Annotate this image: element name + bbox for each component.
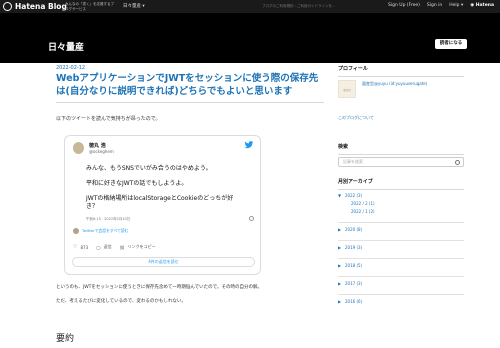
reply-action[interactable]: ◯ 返信 <box>96 244 111 250</box>
chevron-right-icon: ▶ <box>338 245 342 250</box>
tweet-author-avatar[interactable] <box>73 142 84 154</box>
signup-link[interactable]: Sign Up (Free) <box>388 3 420 8</box>
chevron-down-icon: ▼ <box>338 193 342 198</box>
archive-year-2019[interactable]: ▶ 2019 (3) <box>338 245 464 250</box>
archive-label: 2018 (5) <box>345 263 363 268</box>
search-heading: 検索 <box>338 144 349 150</box>
article-paragraph: というのも、JWTをセッションに使うときに保存先含めて一時期悩んでいたので。その… <box>56 285 262 290</box>
archive-month-2022-02[interactable]: 2022 / 2 (1) <box>338 201 464 206</box>
archive-year-2022[interactable]: ▼ 2022 (3) <box>338 193 464 198</box>
archive-year-2016[interactable]: ▶ 2016 (6) <box>338 299 464 304</box>
help-label: Help <box>449 3 460 8</box>
archive-label: 2017 (3) <box>345 281 363 286</box>
tweet-author-handle[interactable]: @ockeghem <box>89 149 114 154</box>
blog-header: 日々量産 読者になる <box>0 13 500 63</box>
info-icon[interactable] <box>249 216 254 221</box>
brand-label: Hatena <box>475 3 494 8</box>
archive-year-2020[interactable]: ▶ 2020 (8) <box>338 227 464 232</box>
divider <box>338 189 464 190</box>
profile-module: プロフィール 量産型 量産型@yuyu (id:yuyuuserugate) こ… <box>338 65 464 120</box>
divider <box>338 222 464 223</box>
search-icon[interactable] <box>455 160 460 165</box>
article-title[interactable]: WebアプリケーションでJWTをセッションに使う際の保存先は(自分なりに説明でき… <box>56 73 324 98</box>
reply-label: 返信 <box>103 244 112 249</box>
copy-link-label: リンクをコピー <box>127 244 156 249</box>
profile-name-link[interactable]: 量産型@yuyu (id:yuyuuserugate) <box>362 81 427 87</box>
chevron-right-icon: ▶ <box>338 227 342 232</box>
search-placeholder: 記事を検索 <box>343 159 363 164</box>
blog-menu-label: 日々量産 <box>123 4 141 9</box>
top-right-links: Sign Up (Free) Sign in Help ▾ ◉ Hatena <box>388 3 494 8</box>
top-notice: ブログのご利用規約・ご利用ガイドラインを… <box>262 4 336 8</box>
divider <box>338 76 464 77</box>
signin-link[interactable]: Sign in <box>427 3 442 8</box>
chevron-right-icon: ▶ <box>338 281 342 286</box>
hatena-brand-link[interactable]: ◉ Hatena <box>470 3 494 8</box>
summary-heading: 要約 <box>56 334 75 344</box>
blog-title[interactable]: 日々量産 <box>48 40 84 53</box>
copy-link-action[interactable]: ⛓ リンクをコピー <box>120 244 156 250</box>
profile-image[interactable]: 量産型 <box>338 80 356 98</box>
twitter-bird-icon[interactable] <box>244 141 254 149</box>
archive-label: 2019 (3) <box>345 245 363 250</box>
help-link[interactable]: Help ▾ <box>449 3 463 8</box>
profile-heading: プロフィール <box>338 66 368 72</box>
hatena-blog-logo[interactable]: Hatena Blog <box>3 1 67 12</box>
archive-label: 2020 (8) <box>345 227 363 232</box>
archive-label: 2016 (6) <box>345 299 363 304</box>
tweet-line: JWTの格納場所はlocalStorageとCookieのどっちが好 <box>86 195 234 202</box>
divider <box>338 240 464 241</box>
hatena-logo-icon <box>3 2 12 11</box>
conversation-avatar <box>73 228 79 234</box>
reply-icon: ◯ <box>96 244 101 250</box>
chevron-right-icon: ▶ <box>338 299 342 304</box>
tweet-line: き？ <box>86 203 99 210</box>
tagline: みんなの「書く」を応援するブログサービス <box>65 2 114 11</box>
read-replies-button[interactable]: 4件の返信を読む <box>72 257 255 267</box>
subscribe-button[interactable]: 読者になる <box>435 39 467 49</box>
archive-heading: 月別アーカイブ <box>338 179 373 185</box>
archive-year-2018[interactable]: ▶ 2018 (5) <box>338 263 464 268</box>
tweet-timestamp[interactable]: 午前6:15 · 2022年2月10日 <box>86 217 130 222</box>
divider <box>338 258 464 259</box>
article: 2022-02-12 WebアプリケーションでJWTをセッションに使う際の保存先… <box>56 65 324 344</box>
tweet-line: みんな、もうSNSでいがみ合うのはやめよう。 <box>86 165 212 172</box>
archive-module: 月別アーカイブ ▼ 2022 (3) 2022 / 2 (1) 2022 / 1 … <box>338 178 464 304</box>
heart-icon: ♡ <box>73 244 78 250</box>
article-paragraph: ただ、考えるたびに変化しているので、変わるのかもしれない。 <box>56 299 186 304</box>
logo-text: Hatena Blog <box>15 2 67 11</box>
archive-label: 2022 (3) <box>345 193 363 198</box>
article-date[interactable]: 2022-02-12 <box>56 65 324 71</box>
tweet-actions: ♡ 873 ◯ 返信 ⛓ リンクをコピー <box>73 244 156 250</box>
divider <box>338 154 464 155</box>
profile-image-text: 量産型 <box>343 89 351 92</box>
about-blog-link[interactable]: このブログについて <box>338 115 374 121</box>
archive-year-2017[interactable]: ▶ 2017 (3) <box>338 281 464 286</box>
like-action[interactable]: ♡ 873 <box>73 244 88 250</box>
tweet-conversation-row[interactable]: Twitterで会話をすべて読む <box>73 228 128 234</box>
embedded-tweet: 徳丸 浩 @ockeghem みんな、もうSNSでいがみ合うのはやめよう。 平和… <box>64 135 261 275</box>
archive-list: ▼ 2022 (3) 2022 / 2 (1) 2022 / 1 (2) ▶ 202… <box>338 193 464 304</box>
archive-month-2022-01[interactable]: 2022 / 1 (2) <box>338 209 464 214</box>
tweet-author-name[interactable]: 徳丸 浩 <box>89 142 106 149</box>
chevron-right-icon: ▶ <box>338 263 342 268</box>
search-input[interactable]: 記事を検索 <box>338 157 464 167</box>
search-module: 検索 記事を検索 <box>338 143 464 167</box>
blog-menu-dropdown[interactable]: 日々量産 ▾ <box>123 3 145 9</box>
tweet-line: 平和に好きなJWTの話でもしようよ。 <box>86 180 188 187</box>
divider <box>338 294 464 295</box>
read-conversation-link[interactable]: Twitterで会話をすべて読む <box>82 228 128 234</box>
global-topbar: Hatena Blog みんなの「書く」を応援するブログサービス 日々量産 ▾ … <box>0 0 500 13</box>
title-divider <box>56 102 324 103</box>
like-count: 873 <box>80 244 89 250</box>
divider <box>338 276 464 277</box>
article-intro: 以下のツイートを読んで気持ちが昂ったので。 <box>56 116 161 122</box>
link-icon: ⛓ <box>119 244 125 250</box>
